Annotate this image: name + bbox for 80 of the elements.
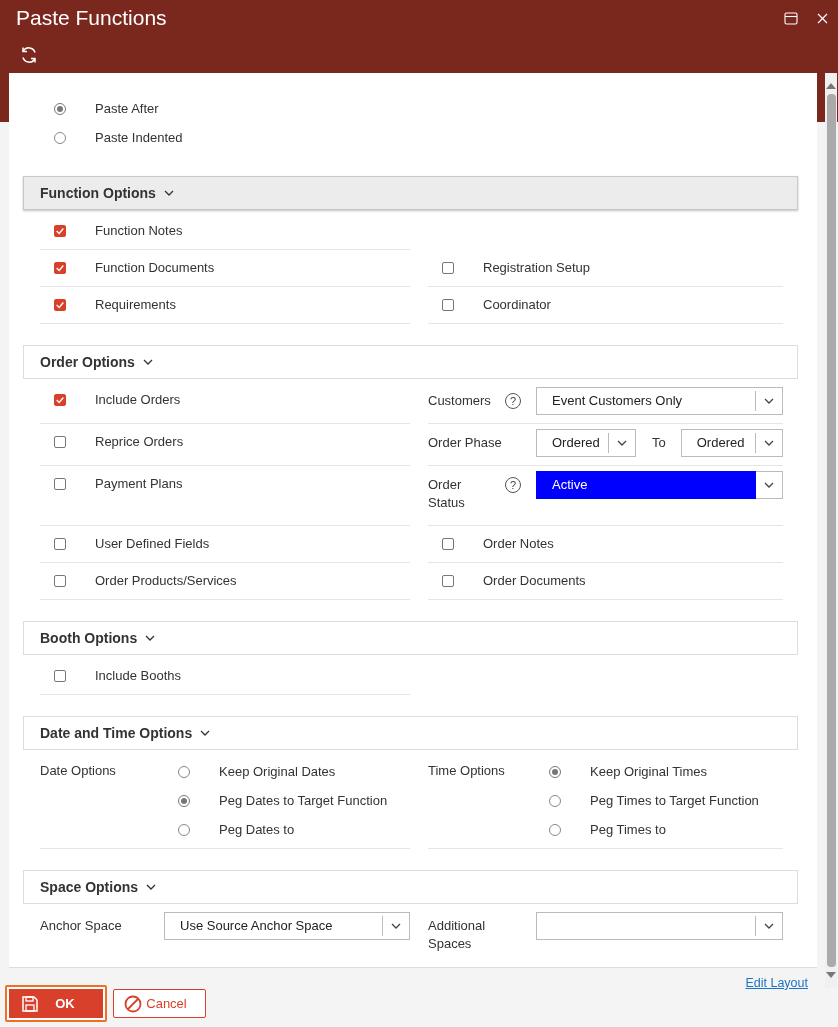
dropdown[interactable]: Active <box>536 471 783 499</box>
radio-button[interactable] <box>54 102 66 115</box>
refresh-icon[interactable] <box>20 45 38 64</box>
maximize-icon[interactable] <box>784 11 798 25</box>
radio-button[interactable] <box>54 131 66 144</box>
field-label: Date Options <box>40 762 117 779</box>
field-label: Additional Spaces <box>428 917 487 953</box>
dropdown[interactable]: Ordered <box>680 429 783 457</box>
checkbox-label: Function Documents <box>95 260 215 276</box>
checkbox-label: Include Booths <box>95 668 181 684</box>
radio-button[interactable] <box>549 823 561 836</box>
checkbox[interactable] <box>54 478 66 490</box>
checkbox-label: Order Documents <box>483 573 586 589</box>
caret-icon <box>145 635 156 641</box>
caret-icon <box>163 190 174 196</box>
caret-icon <box>142 359 153 365</box>
checkbox[interactable] <box>54 262 66 274</box>
cancel-icon <box>124 994 142 1013</box>
scrollbar[interactable] <box>825 73 837 988</box>
checkbox-label: Include Orders <box>95 392 181 408</box>
checkbox-label: Function Notes <box>95 223 183 239</box>
radio-button[interactable] <box>178 794 190 807</box>
checkbox[interactable] <box>54 394 66 406</box>
section-header[interactable]: Date and Time Options <box>23 716 798 750</box>
ok-button[interactable]: OK <box>5 985 107 1022</box>
caret-icon <box>764 398 774 404</box>
radio-button[interactable] <box>178 823 190 836</box>
cancel-button[interactable]: Cancel <box>113 989 206 1018</box>
checkbox-label: Registration Setup <box>483 260 590 276</box>
dropdown[interactable]: Use Source Anchor Space <box>164 912 410 940</box>
radio-label: Peg Dates to Target Function <box>219 793 388 808</box>
checkbox[interactable] <box>54 670 66 682</box>
checkbox[interactable] <box>54 436 66 448</box>
radio-button[interactable] <box>549 794 561 807</box>
checkbox-label: Payment Plans <box>95 476 183 492</box>
radio-label: Keep Original Times <box>590 764 708 779</box>
field-label: Order Phase <box>428 434 502 452</box>
field-label: Anchor Space <box>40 917 122 935</box>
radio-button[interactable] <box>178 765 190 778</box>
field-label: To <box>652 434 666 452</box>
checkbox[interactable] <box>442 299 454 311</box>
caret-icon <box>391 923 401 929</box>
checkbox-label: Coordinator <box>483 297 551 313</box>
window-title: Paste Functions <box>16 6 167 30</box>
checkbox[interactable] <box>442 538 454 550</box>
radio-label: Paste Indented <box>95 130 183 145</box>
radio-label: Peg Dates to <box>219 822 295 837</box>
checkbox-label: Order Products/Services <box>95 573 237 589</box>
section-header[interactable]: Order Options <box>23 345 798 379</box>
checkbox-label: User Defined Fields <box>95 536 210 552</box>
checkbox-label: Reprice Orders <box>95 434 184 450</box>
caret-icon <box>764 440 774 446</box>
checkbox[interactable] <box>442 575 454 587</box>
section-header[interactable]: Space Options <box>23 870 798 904</box>
caret-icon <box>764 482 774 488</box>
caret-icon <box>200 730 211 736</box>
section-header[interactable]: Booth Options <box>23 621 798 655</box>
checkbox[interactable] <box>54 575 66 587</box>
checkbox[interactable] <box>54 225 66 237</box>
dropdown[interactable]: Ordered <box>536 429 636 457</box>
caret-icon <box>764 923 774 929</box>
radio-button[interactable] <box>549 765 561 778</box>
field-label: Order Status <box>428 476 466 512</box>
caret-icon <box>146 884 157 890</box>
radio-label: Peg Times to <box>590 822 666 837</box>
checkbox-label: Requirements <box>95 297 176 313</box>
section-header[interactable]: Function Options <box>23 176 798 210</box>
edit-layout-link[interactable]: Edit Layout <box>745 975 808 991</box>
caret-icon <box>617 440 627 446</box>
checkbox[interactable] <box>54 299 66 311</box>
field-label: Time Options <box>428 762 506 779</box>
checkbox[interactable] <box>442 262 454 274</box>
checkbox-label: Order Notes <box>483 536 554 552</box>
close-icon[interactable] <box>817 12 828 24</box>
checkbox[interactable] <box>54 538 66 550</box>
dropdown[interactable]: Event Customers Only <box>536 387 783 415</box>
radio-label: Peg Times to Target Function <box>590 793 759 808</box>
radio-label: Keep Original Dates <box>219 764 336 779</box>
save-icon <box>21 994 39 1013</box>
radio-label: Paste After <box>95 101 159 116</box>
